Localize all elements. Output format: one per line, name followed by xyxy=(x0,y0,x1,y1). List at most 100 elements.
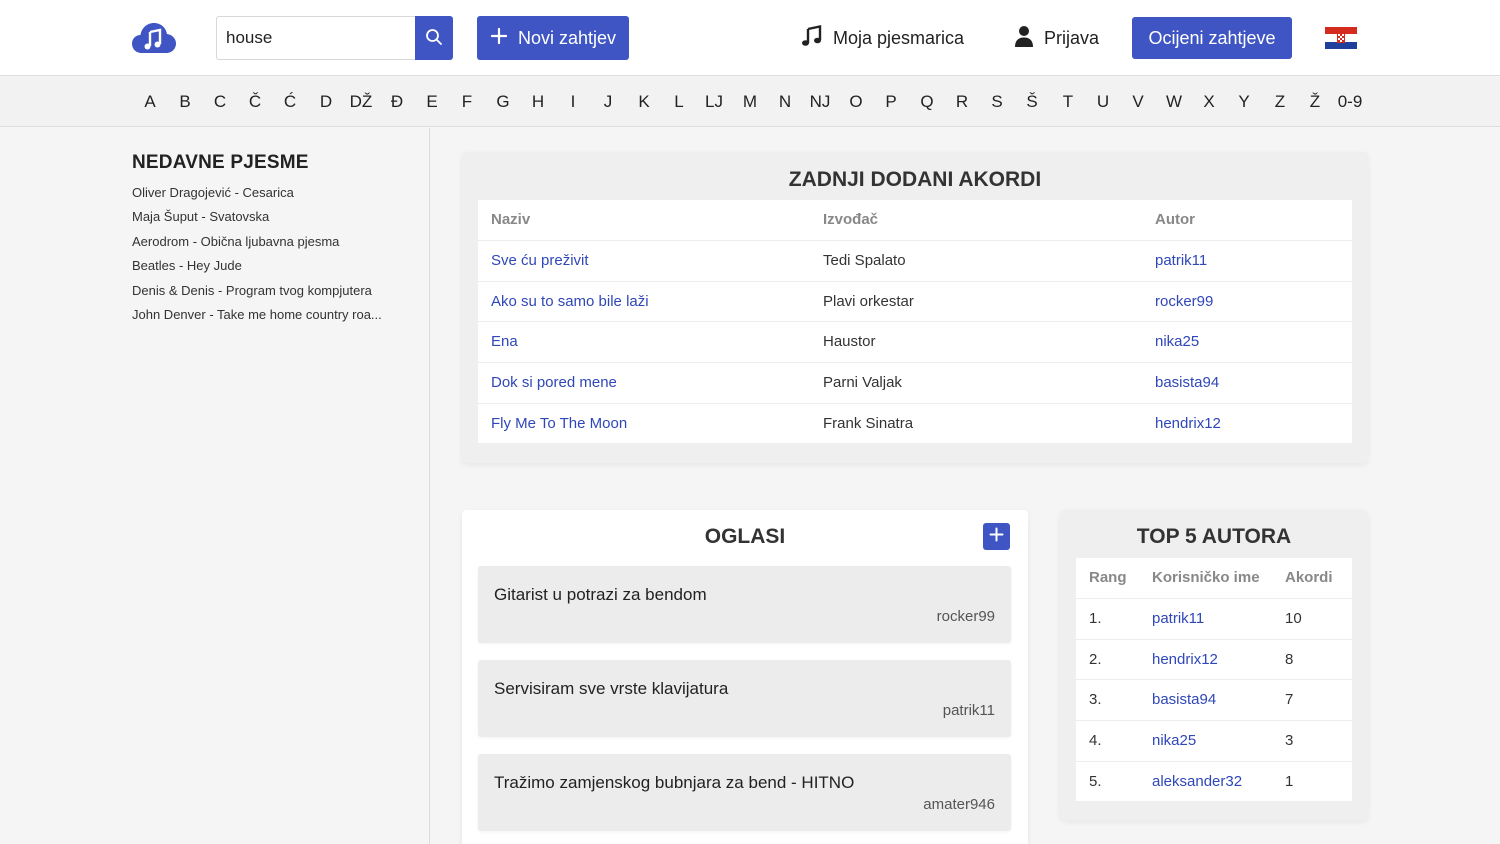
letter-link[interactable]: DŽ xyxy=(341,92,381,112)
table-link[interactable]: patrik11 xyxy=(1155,252,1207,269)
letter-link[interactable]: Y xyxy=(1224,92,1264,112)
recent-song-item[interactable]: Aerodrom - Obična ljubavna pjesma xyxy=(132,234,339,249)
chords-table-row: Sve ću preživit Tedi Spalato patrik11 xyxy=(478,240,1352,280)
table-link[interactable]: basista94 xyxy=(1152,691,1216,708)
letter-link[interactable]: G xyxy=(483,92,523,112)
latest-chords-card: ZADNJI DODANI AKORDI Naziv Izvođač Autor Sv… xyxy=(462,152,1368,463)
column-header: Izvođač xyxy=(823,211,879,228)
table-link[interactable]: rocker99 xyxy=(1155,293,1213,310)
letter-link[interactable]: F xyxy=(447,92,487,112)
letter-link[interactable]: C xyxy=(200,92,240,112)
letter-link[interactable]: E xyxy=(412,92,452,112)
new-request-label: Novi zahtjev xyxy=(517,27,617,48)
letter-link[interactable]: Ž xyxy=(1295,92,1335,112)
letter-link[interactable]: B xyxy=(165,92,205,112)
login-link[interactable]: Prijava xyxy=(1014,25,1099,52)
table-link[interactable]: Sve ću preživit xyxy=(491,252,589,269)
authors-table-row: 5. aleksander32 1 xyxy=(1076,760,1352,801)
table-cell: Tedi Spalato xyxy=(823,252,906,269)
my-songbook-label: Moja pjesmarica xyxy=(833,28,965,48)
letter-link[interactable]: 0-9 xyxy=(1330,92,1370,112)
table-link[interactable]: aleksander32 xyxy=(1152,773,1242,790)
letter-link[interactable]: Š xyxy=(1012,92,1052,112)
table-link[interactable]: basista94 xyxy=(1155,374,1219,391)
recent-songs-title: NEDAVNE PJESME xyxy=(132,152,309,173)
table-link[interactable]: nika25 xyxy=(1152,732,1196,749)
letter-link[interactable]: P xyxy=(871,92,911,112)
letter-link[interactable]: Q xyxy=(907,92,947,112)
top-authors-card: TOP 5 AUTORA Rang Korisničko ime Akordi 1. p… xyxy=(1060,510,1368,820)
alphabet-bar: A B C Č Ć D DŽ Đ E F G H I J K L LJ M N NJ O P Q R S Š T U V W X Y Z Ž 0-9 xyxy=(0,77,1500,127)
letter-link[interactable]: W xyxy=(1154,92,1194,112)
recent-song-item[interactable]: Denis & Denis - Program tvog kompjutera xyxy=(132,283,372,298)
ad-author: amater946 xyxy=(923,796,995,813)
table-link[interactable]: Ena xyxy=(491,333,518,350)
new-request-button[interactable]: Novi zahtjev xyxy=(477,16,629,60)
letter-link[interactable]: Ć xyxy=(270,92,310,112)
table-link[interactable]: hendrix12 xyxy=(1155,415,1221,432)
letter-link[interactable]: Z xyxy=(1260,92,1300,112)
table-link[interactable]: Fly Me To The Moon xyxy=(491,415,627,432)
letter-link[interactable]: S xyxy=(977,92,1017,112)
ad-item[interactable]: Tražimo zamjenskog bubnjara za bend - HI… xyxy=(478,754,1011,831)
letter-link[interactable]: LJ xyxy=(694,92,734,112)
croatian-flag-icon[interactable] xyxy=(1325,27,1357,49)
ad-title: Gitarist u potrazi za bendom xyxy=(494,585,707,604)
table-link[interactable]: Dok si pored mene xyxy=(491,374,617,391)
recent-song-item[interactable]: Oliver Dragojević - Cesarica xyxy=(132,185,294,200)
table-cell: 4. xyxy=(1089,732,1102,750)
letter-link[interactable]: T xyxy=(1048,92,1088,112)
column-header: Naziv xyxy=(491,211,531,228)
letter-link[interactable]: R xyxy=(942,92,982,112)
search-bar xyxy=(216,16,453,60)
rate-requests-button[interactable]: Ocijeni zahtjeve xyxy=(1132,17,1292,59)
table-cell: 10 xyxy=(1285,610,1302,627)
letter-link[interactable]: K xyxy=(624,92,664,112)
letter-link[interactable]: U xyxy=(1083,92,1123,112)
letter-link[interactable]: V xyxy=(1118,92,1158,112)
letter-link[interactable]: NJ xyxy=(800,92,840,112)
ad-author: rocker99 xyxy=(936,608,995,625)
ad-item[interactable]: Gitarist u potrazi za bendom rocker99 xyxy=(478,566,1011,643)
music-cloud-logo-icon[interactable] xyxy=(131,20,177,56)
letter-link[interactable]: J xyxy=(588,92,628,112)
table-cell: 2. xyxy=(1089,650,1102,668)
letter-link[interactable]: I xyxy=(553,92,593,112)
table-cell: 5. xyxy=(1089,772,1102,790)
ad-title: Tražimo zamjenskog bubnjara za bend - HI… xyxy=(494,773,855,792)
recent-song-item[interactable]: Maja Šuput - Svatovska xyxy=(132,209,269,224)
ad-item[interactable]: Servisiram sve vrste klavijatura patrik11 xyxy=(478,660,1011,737)
column-header: Akordi xyxy=(1285,569,1333,586)
search-input[interactable] xyxy=(216,16,415,60)
table-link[interactable]: hendrix12 xyxy=(1152,651,1218,668)
recent-song-item[interactable]: John Denver - Take me home country roa..… xyxy=(132,307,382,322)
table-cell: Plavi orkestar xyxy=(823,292,914,310)
plus-icon xyxy=(490,27,508,50)
table-cell: 3. xyxy=(1089,691,1102,709)
user-icon xyxy=(1014,25,1034,52)
letter-link[interactable]: A xyxy=(130,92,170,112)
chords-table-row: Ena Haustor nika25 xyxy=(478,321,1352,361)
chords-table-header: Naziv Izvođač Autor xyxy=(478,200,1352,240)
table-link[interactable]: nika25 xyxy=(1155,333,1199,350)
letter-link[interactable]: N xyxy=(765,92,805,112)
recent-songs-sidebar: NEDAVNE PJESME Oliver Dragojević - Cesar… xyxy=(0,128,430,844)
table-link[interactable]: patrik11 xyxy=(1152,610,1204,627)
letter-link[interactable]: O xyxy=(836,92,876,112)
letter-link[interactable]: M xyxy=(730,92,770,112)
recent-song-item[interactable]: Beatles - Hey Jude xyxy=(132,258,242,273)
table-link[interactable]: Ako su to samo bile laži xyxy=(491,293,649,310)
ads-title: OGLASI xyxy=(704,525,786,548)
letter-link[interactable]: L xyxy=(659,92,699,112)
authors-table-row: 4. nika25 3 xyxy=(1076,720,1352,760)
add-ad-button[interactable] xyxy=(983,523,1010,550)
letter-link[interactable]: Đ xyxy=(377,92,417,112)
letter-link[interactable]: X xyxy=(1189,92,1229,112)
letter-link[interactable]: H xyxy=(518,92,558,112)
my-songbook-link[interactable]: Moja pjesmarica xyxy=(801,25,964,52)
music-note-icon xyxy=(801,25,823,52)
letter-link[interactable]: Č xyxy=(235,92,275,112)
letter-link[interactable]: D xyxy=(306,92,346,112)
table-cell: 3 xyxy=(1285,732,1294,750)
search-button[interactable] xyxy=(415,16,453,60)
